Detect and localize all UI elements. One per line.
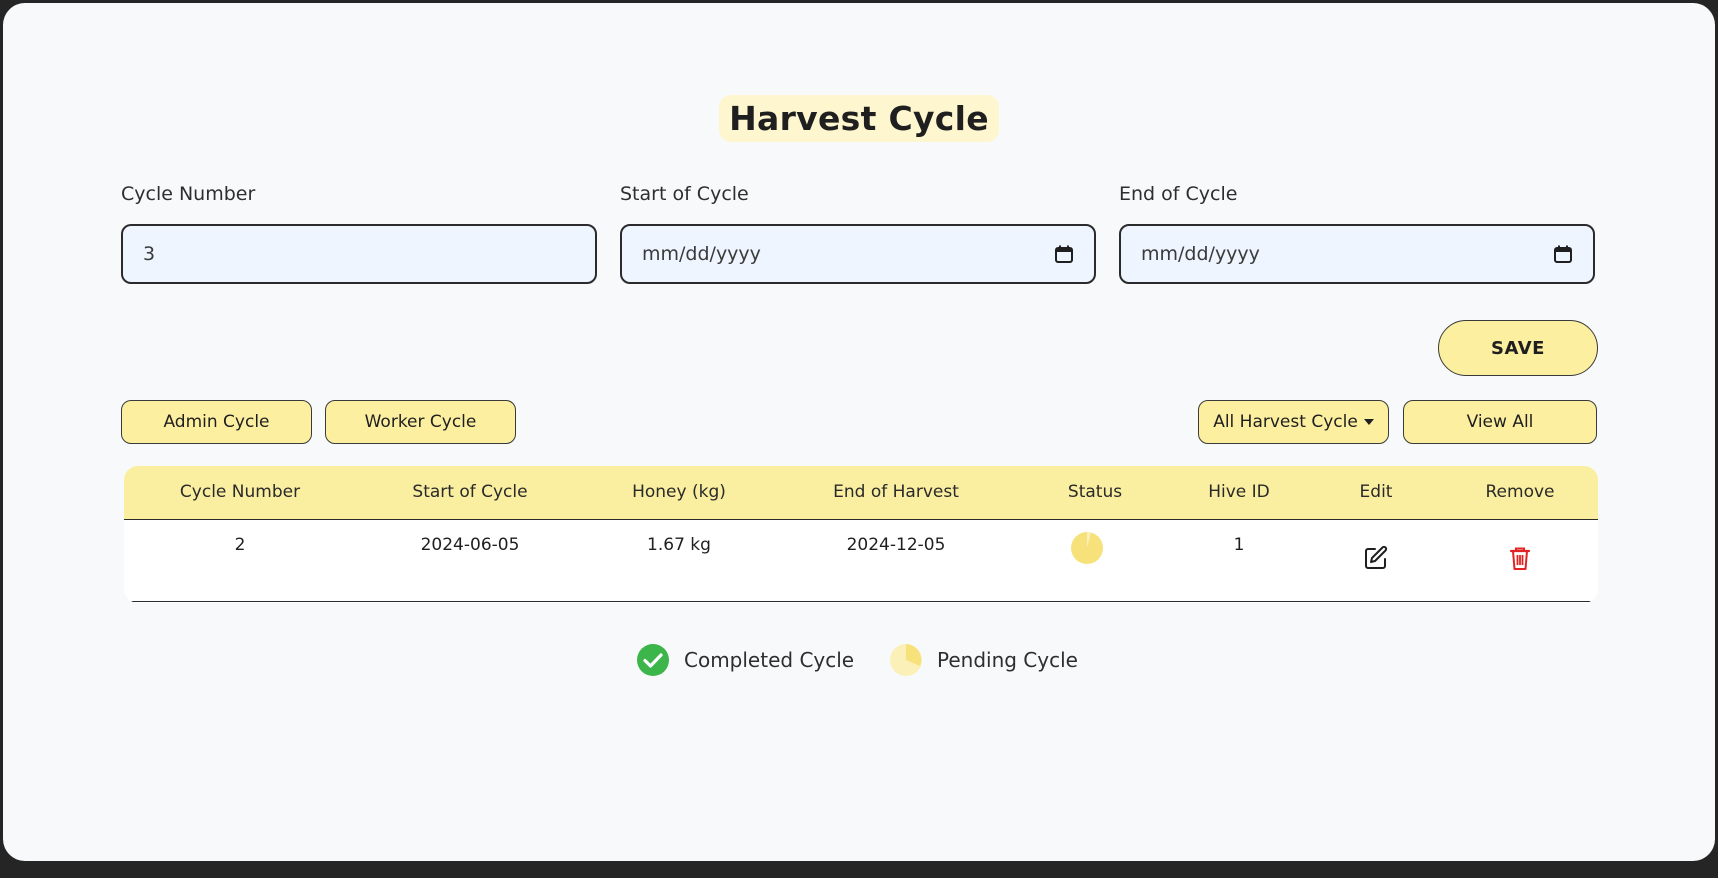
start-of-cycle-label: Start of Cycle [620,183,749,205]
header-honey: Honey (kg) [632,482,726,502]
harvest-cycle-table: Cycle Number Start of Cycle Honey (kg) E… [124,466,1598,603]
cell-hive-id: 1 [1233,535,1245,555]
admin-cycle-button[interactable]: Admin Cycle [121,400,312,444]
end-of-cycle-input[interactable]: mm/dd/yyyy [1119,224,1595,284]
trash-icon[interactable] [1506,544,1534,572]
table-row: 2 2024-06-05 1.67 kg 2024-12-05 1 [124,520,1598,602]
cycle-number-label: Cycle Number [121,183,256,205]
cell-cycle-number: 2 [234,535,246,555]
start-of-cycle-input[interactable]: mm/dd/yyyy [620,224,1096,284]
header-status: Status [1067,482,1123,502]
header-edit: Edit [1359,482,1393,502]
legend-completed-label: Completed Cycle [684,648,855,672]
header-end-of-harvest: End of Harvest [833,482,959,502]
cell-honey: 1.67 kg [647,535,711,555]
header-remove: Remove [1485,482,1555,502]
app-window: Harvest Cycle Cycle Number 3 Start of Cy… [3,3,1715,861]
legend-pending: Pending Cycle [889,643,1078,677]
cycle-number-input[interactable]: 3 [121,224,597,284]
calendar-icon[interactable] [1553,244,1573,264]
all-harvest-cycle-label: All Harvest Cycle [1213,412,1358,432]
page-header: Harvest Cycle [3,95,1715,142]
table-header: Cycle Number Start of Cycle Honey (kg) E… [124,466,1598,520]
check-circle-icon [637,644,669,676]
pending-status-icon [1071,532,1103,564]
page-title: Harvest Cycle [719,95,999,142]
end-of-cycle-placeholder: mm/dd/yyyy [1141,243,1260,265]
pending-status-icon [890,644,922,676]
header-start-of-cycle: Start of Cycle [412,482,528,502]
view-all-button[interactable]: View All [1403,400,1597,444]
cell-end-of-harvest: 2024-12-05 [846,535,946,555]
save-button[interactable]: SAVE [1438,320,1598,376]
cycle-number-value: 3 [143,243,156,265]
start-of-cycle-placeholder: mm/dd/yyyy [642,243,761,265]
header-hive-id: Hive ID [1208,482,1270,502]
worker-cycle-button[interactable]: Worker Cycle [325,400,516,444]
legend-completed: Completed Cycle [636,643,854,677]
calendar-icon[interactable] [1054,244,1074,264]
end-of-cycle-label: End of Cycle [1119,183,1238,205]
cell-start-of-cycle: 2024-06-05 [420,535,520,555]
chevron-down-icon [1363,419,1374,425]
edit-icon[interactable] [1362,544,1390,572]
header-cycle-number: Cycle Number [179,482,301,502]
all-harvest-cycle-dropdown[interactable]: All Harvest Cycle [1198,400,1389,444]
legend-pending-label: Pending Cycle [937,648,1078,672]
